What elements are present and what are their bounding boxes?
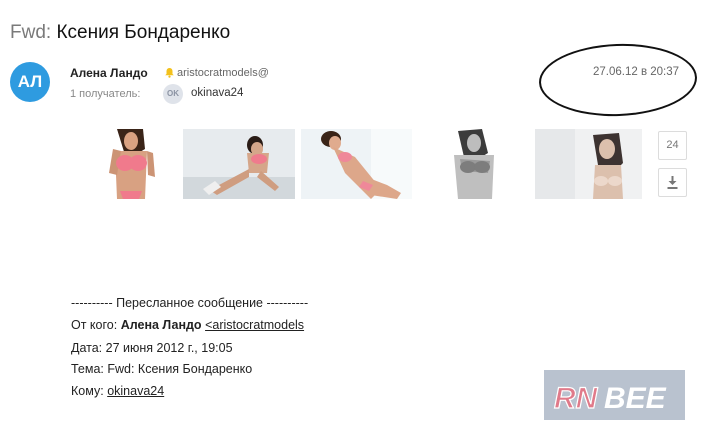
forward-date-line: Дата: 27 июня 2012 г., 19:05 <box>71 341 233 355</box>
from-email-link[interactable]: <aristocratmodels <box>205 318 304 332</box>
sender-name[interactable]: Алена Ландо <box>70 66 148 80</box>
attachment-thumbnail-4[interactable] <box>438 129 513 199</box>
watermark-logo: RN BEE <box>544 370 685 420</box>
forward-from-line: От кого: Алена Ландо <aristocratmodels <box>71 318 304 332</box>
sender-avatar[interactable]: АЛ <box>10 62 50 102</box>
subject-prefix: Fwd: <box>10 22 52 43</box>
attachments-count-button[interactable]: 24 <box>658 131 687 160</box>
message-date: 27.06.12 в 20:37 <box>593 66 680 78</box>
to-label: Кому: <box>71 384 104 398</box>
subject-text: Ксения Бондаренко <box>56 22 231 43</box>
from-name: Алена Ландо <box>120 318 202 332</box>
email-subject: Fwd: Ксения Бондаренко <box>10 22 230 44</box>
recipient-email[interactable]: okinava24 <box>191 87 243 99</box>
from-label: От кого: <box>71 318 118 332</box>
download-all-button[interactable] <box>658 168 687 197</box>
attachment-thumbnail-2[interactable] <box>183 129 295 199</box>
to-email-link[interactable]: okinava24 <box>107 384 164 398</box>
attachment-thumbnail-5[interactable] <box>535 129 642 199</box>
svg-text:BEE: BEE <box>604 382 667 415</box>
forward-subject-line: Тема: Fwd: Ксения Бондаренко <box>71 362 253 376</box>
sender-email[interactable]: aristocratmodels@ <box>177 67 269 79</box>
forward-separator: ---------- Пересланное сообщение -------… <box>71 296 309 310</box>
svg-text:RN: RN <box>554 382 599 415</box>
recipients-label: 1 получатель: <box>70 88 141 100</box>
bell-icon <box>165 68 174 78</box>
attachment-thumbnail-3[interactable] <box>301 129 412 199</box>
forward-to-line: Кому: okinava24 <box>71 384 164 398</box>
recipient-avatar[interactable]: OK <box>163 84 183 104</box>
date-highlight-oval <box>537 41 699 119</box>
download-icon <box>667 176 678 189</box>
attachment-thumbnail-1[interactable] <box>95 129 166 199</box>
